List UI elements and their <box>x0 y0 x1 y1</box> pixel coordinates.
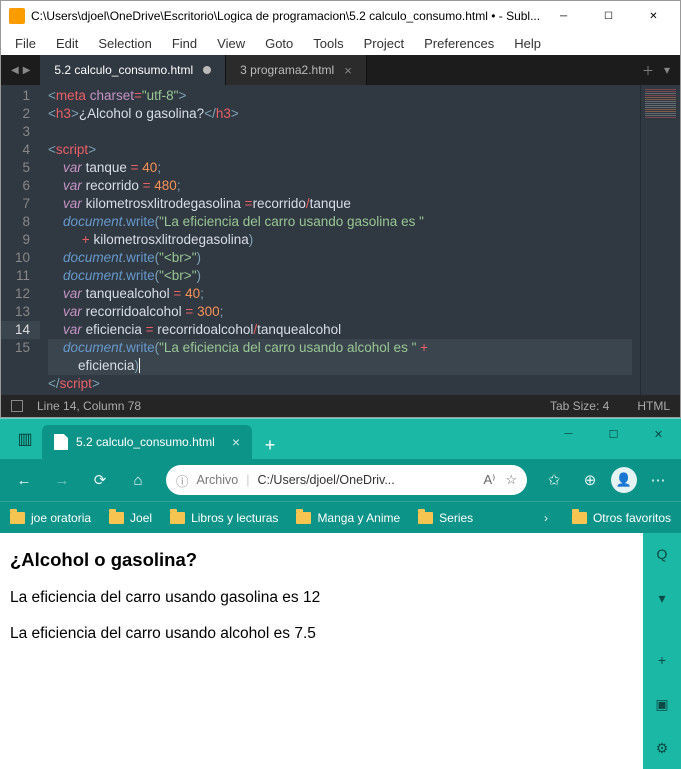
window-title: C:\Users\djoel\OneDrive\Escritorio\Logic… <box>31 9 541 23</box>
folder-icon <box>572 512 587 524</box>
minimize-button[interactable]: ─ <box>546 419 591 449</box>
back-button[interactable]: ← <box>8 464 40 496</box>
sublime-app-icon <box>9 8 25 24</box>
code-editor[interactable]: 1 2 3 4 5 6 7 8 9 10 11 12 13 14 15 <met… <box>1 85 680 395</box>
address-bar[interactable]: ⓘ Archivo | C:/Users/djoel/OneDriv... A⁾… <box>166 465 527 495</box>
tab-close-icon[interactable]: × <box>232 434 240 450</box>
menu-project[interactable]: Project <box>354 33 414 54</box>
browser-tab[interactable]: 5.2 calculo_consumo.html × <box>42 425 252 459</box>
site-info-icon[interactable]: ⓘ <box>176 471 189 490</box>
minimize-button[interactable]: ─ <box>541 2 586 30</box>
menu-goto[interactable]: Goto <box>255 33 303 54</box>
menu-dots-icon[interactable]: ⋯ <box>643 465 673 495</box>
page-heading: ¿Alcohol o gasolina? <box>10 549 633 571</box>
line-gutter: 1 2 3 4 5 6 7 8 9 10 11 12 13 14 15 <box>1 85 40 395</box>
bookmark-folder[interactable]: joe oratoria <box>10 511 91 525</box>
sidebar-dropdown-icon[interactable]: ▾ <box>649 585 675 611</box>
tab-size[interactable]: Tab Size: 4 <box>550 399 609 413</box>
tab-active[interactable]: 5.2 calculo_consumo.html <box>40 55 226 85</box>
favorites-icon[interactable]: ✩ <box>539 465 569 495</box>
cursor-position: Line 14, Column 78 <box>37 399 141 413</box>
sublime-window: C:\Users\djoel\OneDrive\Escritorio\Logic… <box>0 0 681 418</box>
edge-sidebar: Q ▾ + ▣ ⚙ <box>643 533 681 769</box>
menu-edit[interactable]: Edit <box>46 33 88 54</box>
address-label: Archivo <box>197 473 239 487</box>
page-icon <box>54 434 68 450</box>
bookmarks-overflow-icon[interactable]: › <box>544 511 548 525</box>
panel-toggle-icon[interactable] <box>11 400 23 412</box>
tab-bar: ◀ ▶ 5.2 calculo_consumo.html 3 programa2… <box>1 55 680 85</box>
menu-find[interactable]: Find <box>162 33 207 54</box>
bookmark-folder[interactable]: Joel <box>109 511 152 525</box>
menu-tools[interactable]: Tools <box>303 33 353 54</box>
edge-window: ▥ 5.2 calculo_consumo.html × + ─ ☐ ✕ ← →… <box>0 418 681 769</box>
folder-icon <box>418 512 433 524</box>
folder-icon <box>109 512 124 524</box>
tab-history-back-icon[interactable]: ◀ <box>11 65 19 76</box>
bookmark-folder[interactable]: Series <box>418 511 473 525</box>
read-aloud-icon[interactable]: A⁾ <box>483 472 495 488</box>
tab-dropdown-icon[interactable]: ▾ <box>664 63 670 77</box>
close-button[interactable]: ✕ <box>631 2 676 30</box>
bookmark-folder[interactable]: Manga y Anime <box>296 511 400 525</box>
profile-avatar[interactable]: 👤 <box>611 467 637 493</box>
close-button[interactable]: ✕ <box>636 419 681 449</box>
collections-icon[interactable]: ⊕ <box>575 465 605 495</box>
menu-file[interactable]: File <box>5 33 46 54</box>
favorite-star-icon[interactable]: ☆ <box>505 472 517 488</box>
sidebar-add-icon[interactable]: + <box>649 647 675 673</box>
menu-bar: File Edit Selection Find View Goto Tools… <box>1 31 680 55</box>
home-button[interactable]: ⌂ <box>122 464 154 496</box>
new-tab-icon[interactable]: ＋ <box>642 62 654 79</box>
sidebar-settings-icon[interactable]: ⚙ <box>649 735 675 761</box>
edge-titlebar: ▥ 5.2 calculo_consumo.html × + ─ ☐ ✕ <box>0 419 681 459</box>
menu-preferences[interactable]: Preferences <box>414 33 504 54</box>
output-line: La eficiencia del carro usando alcohol e… <box>10 625 633 643</box>
page-content: ¿Alcohol o gasolina? La eficiencia del c… <box>0 533 643 769</box>
tab-label: 3 programa2.html <box>240 63 334 77</box>
maximize-button[interactable]: ☐ <box>586 2 631 30</box>
status-bar: Line 14, Column 78 Tab Size: 4 HTML <box>1 395 680 417</box>
tab-label: 5.2 calculo_consumo.html <box>54 63 193 77</box>
new-tab-button[interactable]: + <box>256 431 284 459</box>
bookmark-folder[interactable]: Libros y lecturas <box>170 511 278 525</box>
minimap[interactable] <box>640 85 680 395</box>
syntax-mode[interactable]: HTML <box>637 399 670 413</box>
bookmarks-bar: joe oratoria Joel Libros y lecturas Mang… <box>0 501 681 533</box>
code-content[interactable]: <meta charset="utf-8"><h3>¿Alcohol o gas… <box>40 85 640 395</box>
tab-close-icon[interactable]: × <box>344 63 352 78</box>
other-bookmarks[interactable]: Otros favoritos <box>572 511 671 525</box>
folder-icon <box>10 512 25 524</box>
browser-toolbar: ← → ⟳ ⌂ ⓘ Archivo | C:/Users/djoel/OneDr… <box>0 459 681 501</box>
menu-selection[interactable]: Selection <box>88 33 161 54</box>
folder-icon <box>170 512 185 524</box>
menu-help[interactable]: Help <box>504 33 551 54</box>
folder-icon <box>296 512 311 524</box>
forward-button: → <box>46 464 78 496</box>
sublime-titlebar: C:\Users\djoel\OneDrive\Escritorio\Logic… <box>1 1 680 31</box>
menu-view[interactable]: View <box>207 33 255 54</box>
tab-inactive[interactable]: 3 programa2.html × <box>226 55 367 85</box>
tab-actions-icon[interactable]: ▥ <box>8 429 42 449</box>
maximize-button[interactable]: ☐ <box>591 419 636 449</box>
tab-title: 5.2 calculo_consumo.html <box>76 435 215 449</box>
dirty-indicator-icon <box>203 66 211 74</box>
search-sidebar-icon[interactable]: Q <box>649 541 675 567</box>
output-line: La eficiencia del carro usando gasolina … <box>10 589 633 607</box>
refresh-button[interactable]: ⟳ <box>84 464 116 496</box>
tab-history-forward-icon[interactable]: ▶ <box>23 65 31 76</box>
sidebar-panel-icon[interactable]: ▣ <box>649 691 675 717</box>
address-path: C:/Users/djoel/OneDriv... <box>257 473 394 487</box>
